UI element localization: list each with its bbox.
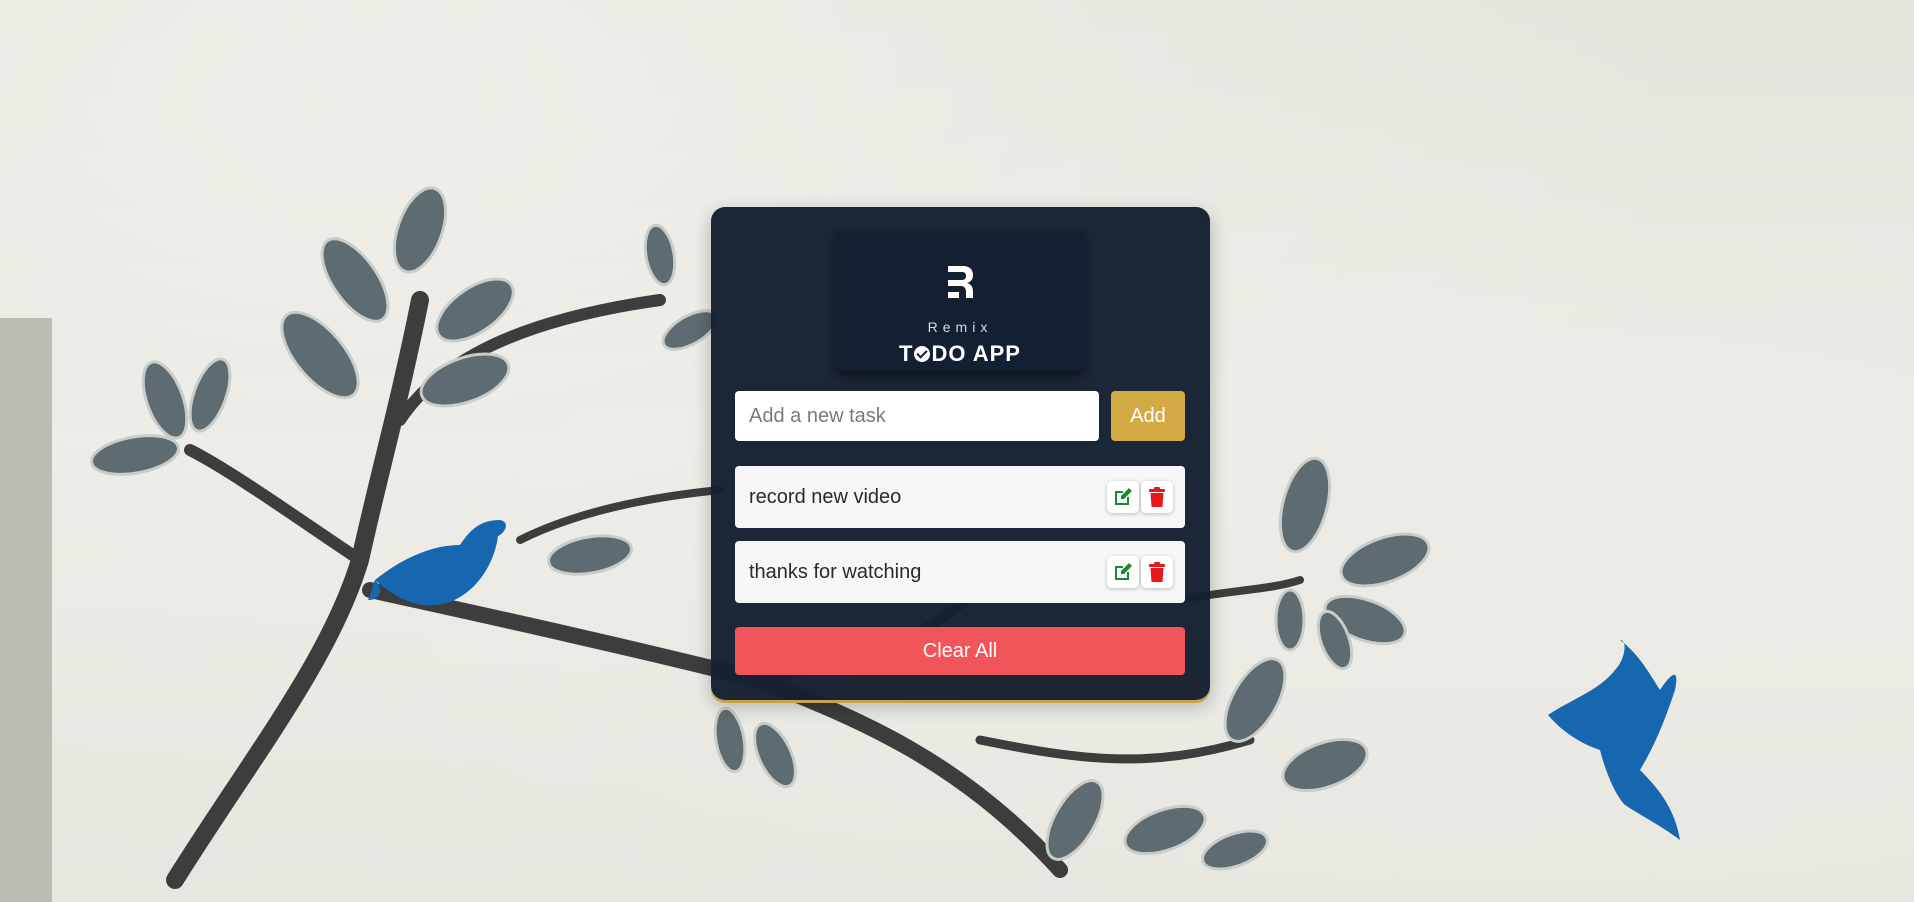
task-item: record new video (735, 466, 1185, 528)
trash-icon (1149, 487, 1165, 507)
wall-edge (0, 318, 52, 902)
check-circle-icon (914, 346, 931, 362)
task-item: thanks for watching (735, 541, 1185, 603)
blue-bird-flying (1548, 640, 1680, 840)
edit-task-button[interactable] (1107, 481, 1139, 513)
remix-logo-icon (948, 266, 973, 298)
app-title: T DO APP (835, 341, 1085, 367)
delete-task-button[interactable] (1141, 556, 1173, 588)
task-text: thanks for watching (749, 561, 922, 583)
app-title-end: DO APP (931, 341, 1021, 366)
todo-card: Remix T DO APP Add record new video thank… (711, 207, 1210, 700)
task-text: record new video (749, 486, 902, 508)
add-task-button[interactable]: Add (1111, 391, 1185, 441)
app-title-start: T (899, 341, 914, 366)
edit-icon (1115, 563, 1132, 580)
clear-all-button[interactable]: Clear All (735, 627, 1185, 675)
logo-header: Remix T DO APP (835, 231, 1085, 371)
trash-icon (1149, 562, 1165, 582)
edit-icon (1115, 488, 1132, 505)
edit-task-button[interactable] (1107, 556, 1139, 588)
delete-task-button[interactable] (1141, 481, 1173, 513)
logo-brand-text: Remix (927, 319, 993, 335)
new-task-input[interactable] (735, 391, 1099, 441)
